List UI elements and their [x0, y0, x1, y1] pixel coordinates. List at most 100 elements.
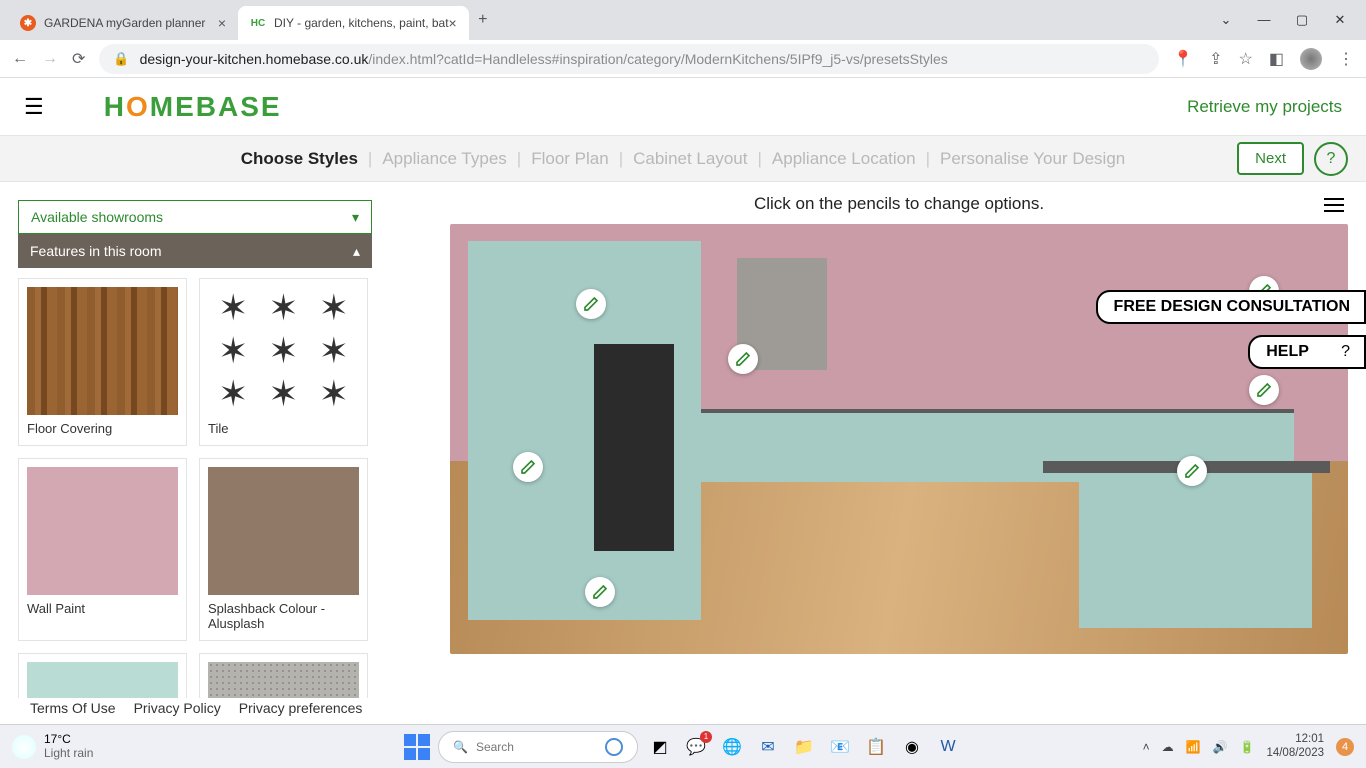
feature-card-extra-2[interactable]	[199, 653, 368, 698]
chevron-down-icon[interactable]: ⌄	[1216, 12, 1236, 28]
style-sidebar: Available showrooms ▾ Features in this r…	[0, 182, 390, 716]
edit-hotspot[interactable]	[576, 289, 606, 319]
close-tab-icon[interactable]: ×	[449, 15, 457, 31]
chevron-up-icon: ▴	[353, 243, 360, 260]
new-tab-button[interactable]: +	[469, 6, 497, 34]
footer-links: Terms Of Use Privacy Policy Privacy pref…	[30, 700, 362, 716]
browser-address-bar: ← → ⟳ 🔒 design-your-kitchen.homebase.co.…	[0, 40, 1366, 78]
browser-tab[interactable]: ✱ GARDENA myGarden planner ×	[8, 6, 238, 40]
sidepanel-icon[interactable]: ◧	[1269, 49, 1284, 69]
location-icon[interactable]: 📍	[1173, 49, 1193, 69]
viewer-column: Click on the pencils to change options.	[390, 182, 1366, 716]
next-button[interactable]: Next	[1237, 142, 1304, 175]
edit-hotspot[interactable]	[513, 452, 543, 482]
favicon-icon: HC	[250, 15, 266, 31]
url-input[interactable]: 🔒 design-your-kitchen.homebase.co.uk/ind…	[99, 44, 1159, 74]
features-header[interactable]: Features in this room ▴	[18, 234, 372, 268]
privacy-policy-link[interactable]: Privacy Policy	[134, 700, 221, 716]
free-consultation-button[interactable]: FREE DESIGN CONSULTATION	[1096, 290, 1366, 324]
step-personalise[interactable]: Personalise Your Design	[940, 149, 1125, 169]
volume-icon[interactable]: 🔊	[1213, 740, 1228, 754]
help-cta-label: HELP	[1266, 343, 1308, 360]
chrome-icon[interactable]: 🌐	[718, 733, 746, 761]
feature-label: Tile	[208, 421, 359, 437]
privacy-preferences-link[interactable]: Privacy preferences	[239, 700, 363, 716]
step-floor-plan[interactable]: Floor Plan	[531, 149, 608, 169]
mail-icon[interactable]: 📧	[826, 733, 854, 761]
homebase-logo[interactable]: HOMEBASE	[104, 91, 282, 123]
explorer-icon[interactable]: 📁	[790, 733, 818, 761]
bookmark-icon[interactable]: ☆	[1239, 49, 1253, 69]
search-placeholder: Search	[476, 740, 514, 754]
feature-label: Splashback Colour - Alusplash	[208, 601, 359, 632]
start-button[interactable]	[404, 734, 430, 760]
notifications-badge[interactable]: 4	[1336, 738, 1354, 756]
tab-title: DIY - garden, kitchens, paint, bat	[274, 16, 449, 30]
taupe-swatch-icon	[208, 467, 359, 595]
wood-swatch-icon	[27, 287, 178, 415]
date: 14/08/2023	[1266, 747, 1324, 760]
list-view-icon[interactable]	[1324, 197, 1344, 220]
hamburger-icon[interactable]: ☰	[24, 94, 44, 120]
word-icon[interactable]: W	[934, 733, 962, 761]
weather-widget[interactable]: 17°C Light rain	[12, 733, 93, 759]
step-appliance-types[interactable]: Appliance Types	[382, 149, 506, 169]
reload-button[interactable]: ⟳	[72, 49, 85, 69]
chat-icon[interactable]: 💬1	[682, 733, 710, 761]
help-button[interactable]: ?	[1314, 142, 1348, 176]
feature-card-floor[interactable]: Floor Covering	[18, 278, 187, 446]
showrooms-label: Available showrooms	[31, 209, 163, 225]
close-window-button[interactable]: ✕	[1330, 12, 1350, 28]
main-content: Available showrooms ▾ Features in this r…	[0, 182, 1366, 716]
wifi-icon[interactable]: 📶	[1186, 740, 1201, 754]
tray-chevron-icon[interactable]: ˄	[1143, 740, 1150, 754]
app-header: ☰ HOMEBASE Retrieve my projects	[0, 78, 1366, 136]
weather-icon	[12, 735, 36, 759]
feature-grid[interactable]: Floor Covering ✶✶✶✶✶✶✶✶✶ Tile Wall Paint…	[18, 268, 372, 698]
weather-condition: Light rain	[44, 747, 93, 760]
terms-link[interactable]: Terms Of Use	[30, 700, 116, 716]
back-button[interactable]: ←	[12, 50, 28, 68]
menu-icon[interactable]: ⋮	[1338, 49, 1354, 69]
edit-hotspot[interactable]	[1249, 375, 1279, 405]
battery-icon[interactable]: 🔋	[1239, 740, 1254, 754]
feature-card-wall-paint[interactable]: Wall Paint	[18, 458, 187, 641]
cortana-icon	[605, 738, 623, 756]
maximize-button[interactable]: ▢	[1292, 12, 1312, 28]
tab-title: GARDENA myGarden planner	[44, 16, 218, 30]
step-cabinet-layout[interactable]: Cabinet Layout	[633, 149, 747, 169]
profile-avatar[interactable]	[1300, 48, 1322, 70]
feature-card-tile[interactable]: ✶✶✶✶✶✶✶✶✶ Tile	[199, 278, 368, 446]
tile-swatch-icon: ✶✶✶✶✶✶✶✶✶	[208, 287, 359, 415]
time: 12:01	[1266, 733, 1324, 746]
browser-tab-strip: ✱ GARDENA myGarden planner × HC DIY - ga…	[0, 0, 1366, 40]
browser-tab-active[interactable]: HC DIY - garden, kitchens, paint, bat ×	[238, 6, 469, 40]
onedrive-icon[interactable]: ☁	[1162, 740, 1174, 754]
share-icon[interactable]: ⇪	[1209, 49, 1222, 69]
feature-label: Floor Covering	[27, 421, 178, 437]
retrieve-projects-link[interactable]: Retrieve my projects	[1187, 97, 1342, 117]
help-cta-button[interactable]: HELP ?	[1248, 335, 1366, 369]
step-appliance-location[interactable]: Appliance Location	[772, 149, 916, 169]
clock[interactable]: 12:01 14/08/2023	[1266, 733, 1324, 759]
close-tab-icon[interactable]: ×	[218, 15, 226, 31]
task-view-icon[interactable]: ◩	[646, 733, 674, 761]
feature-label: Wall Paint	[27, 601, 178, 617]
edit-hotspot[interactable]	[585, 577, 615, 607]
step-choose-styles[interactable]: Choose Styles	[241, 149, 358, 169]
showrooms-dropdown[interactable]: Available showrooms ▾	[18, 200, 372, 234]
forward-button[interactable]: →	[42, 50, 58, 68]
kitchen-render	[450, 224, 1348, 654]
feature-card-splashback[interactable]: Splashback Colour - Alusplash	[199, 458, 368, 641]
minimize-button[interactable]: —	[1254, 12, 1274, 28]
sticky-notes-icon[interactable]: 📋	[862, 733, 890, 761]
lock-icon: 🔒	[113, 51, 129, 67]
question-icon: ?	[1341, 343, 1350, 360]
step-navigation: Choose Styles | Appliance Types | Floor …	[0, 136, 1366, 182]
copilot-icon[interactable]: ◉	[898, 733, 926, 761]
feature-card-extra-1[interactable]	[18, 653, 187, 698]
mint-swatch-icon	[27, 662, 178, 698]
viewer-hint: Click on the pencils to change options.	[450, 194, 1348, 214]
taskbar-search[interactable]: 🔍 Search	[438, 731, 638, 763]
outlook-icon[interactable]: ✉	[754, 733, 782, 761]
